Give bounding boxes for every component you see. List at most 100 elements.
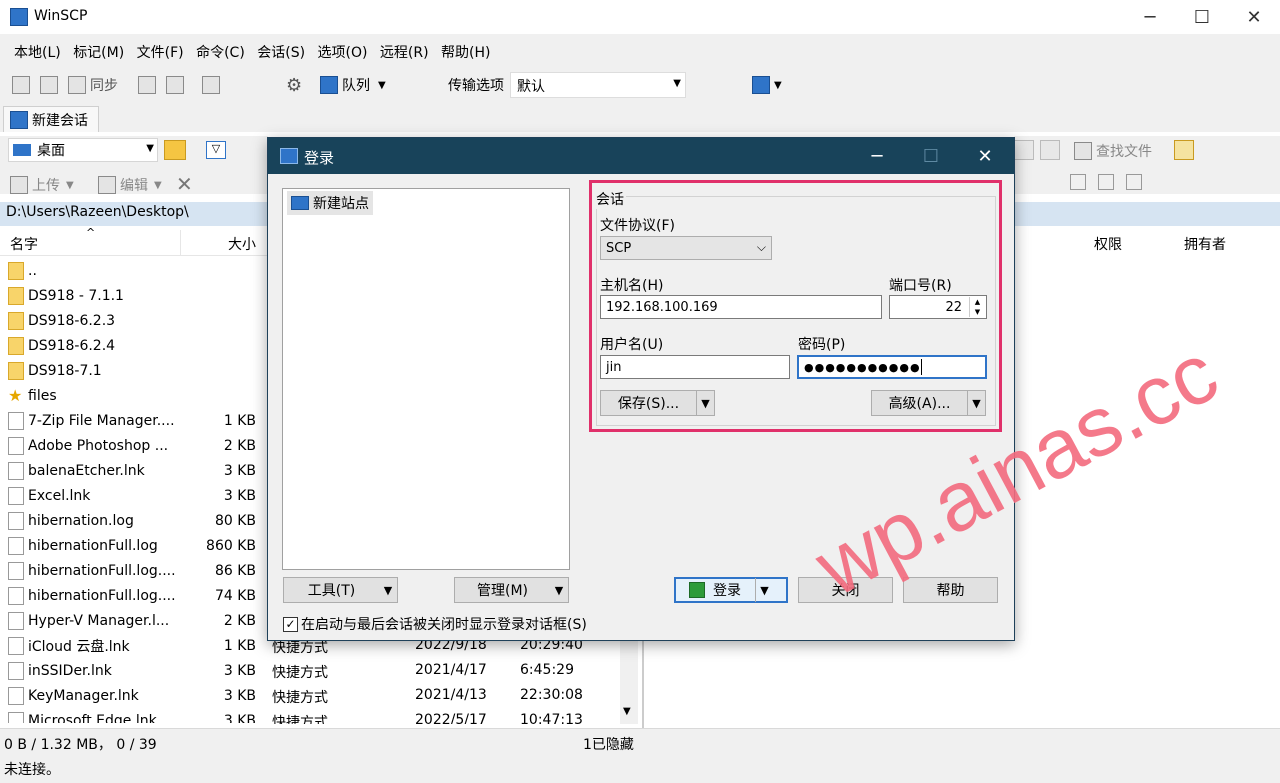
save-button[interactable]: 保存(S)... ▼	[600, 390, 715, 416]
help-button[interactable]: 帮助	[903, 577, 998, 603]
filter-icon[interactable]	[1126, 174, 1142, 190]
file-row[interactable]: KeyManager.lnk 3 KB	[0, 683, 268, 708]
file-row[interactable]: Adobe Photoshop ... 2 KB	[0, 433, 268, 458]
open-folder-icon[interactable]	[164, 140, 186, 160]
file-row[interactable]: 7-Zip File Manager.... 1 KB	[0, 408, 268, 433]
site-tree[interactable]: 新建站点	[282, 188, 570, 570]
file-row[interactable]: hibernationFull.log.... 86 KB	[0, 558, 268, 583]
transfer-options-select[interactable]: 默认 ▼	[510, 72, 686, 98]
file-row[interactable]: ★ files	[0, 383, 268, 408]
file-row[interactable]: DS918-6.2.3	[0, 308, 268, 333]
putty-icon[interactable]	[166, 72, 188, 98]
transfer-settings-icon[interactable]: ▼	[752, 72, 782, 98]
tab-new-session[interactable]: 新建会话	[3, 106, 99, 132]
file-type: 快捷方式	[272, 665, 328, 681]
password-input[interactable]: ●●●●●●●●●●●	[797, 355, 987, 379]
menu-local[interactable]: 本地(L)	[10, 40, 65, 64]
protocol-select[interactable]: SCP ⌵	[600, 236, 772, 260]
menu-session[interactable]: 会话(S)	[253, 40, 309, 64]
drive-select[interactable]: 桌面 ▼	[8, 138, 158, 162]
close-icon[interactable]: ✕	[958, 138, 1012, 174]
advanced-label: 高级(A)...	[888, 396, 951, 412]
maximize-icon[interactable]: ☐	[1176, 0, 1228, 34]
delete-icon[interactable]: ✕	[176, 172, 193, 196]
file-detail-row[interactable]: 快捷方式 2021/4/17 6:45:29	[268, 659, 638, 684]
file-row[interactable]: hibernationFull.log 860 KB	[0, 533, 268, 558]
file-detail-row[interactable]: 快捷方式 2022/5/17 10:47:13	[268, 709, 638, 724]
login-button[interactable]: 登录 ▼	[674, 577, 788, 603]
new-window-icon[interactable]	[202, 72, 224, 98]
menu-help[interactable]: 帮助(H)	[437, 40, 494, 64]
username-input[interactable]: jin	[600, 355, 790, 379]
col-size[interactable]: 大小	[228, 234, 256, 254]
panel-divider[interactable]	[642, 634, 644, 728]
file-row[interactable]: Excel.lnk 3 KB	[0, 483, 268, 508]
save-dropdown-icon[interactable]: ▼	[696, 391, 714, 415]
preferences-gear-icon[interactable]: ⚙	[286, 72, 302, 98]
collapse-icon[interactable]	[1098, 174, 1114, 190]
file-row[interactable]: iCloud 云盘.lnk 1 KB	[0, 633, 268, 658]
tree-icon[interactable]	[40, 72, 62, 98]
tools-button[interactable]: 工具(T) ▼	[283, 577, 398, 603]
col-owner[interactable]: 拥有者	[1184, 234, 1226, 254]
menu-remote[interactable]: 远程(R)	[376, 40, 433, 64]
queue-button[interactable]: 队列 ▼	[320, 72, 386, 98]
menu-file[interactable]: 文件(F)	[133, 40, 188, 64]
vertical-scrollbar[interactable]: ▼	[620, 634, 638, 724]
host-value: 192.168.100.169	[606, 299, 718, 315]
file-icon	[8, 586, 24, 605]
advanced-dropdown-icon[interactable]: ▼	[967, 391, 985, 415]
port-spinner[interactable]: ▲ ▼	[969, 297, 985, 317]
advanced-button[interactable]: 高级(A)... ▼	[871, 390, 986, 416]
file-row[interactable]: inSSIDer.lnk 3 KB	[0, 658, 268, 683]
compare-icon[interactable]	[12, 72, 34, 98]
file-name: DS918-6.2.4	[28, 337, 116, 354]
site-item-new[interactable]: 新建站点	[287, 191, 373, 215]
menu-mark[interactable]: 标记(M)	[69, 40, 128, 64]
file-row[interactable]: Microsoft Edge.lnk 3 KB	[0, 708, 268, 723]
file-row[interactable]: DS918 - 7.1.1	[0, 283, 268, 308]
show-login-checkbox[interactable]: ✓	[283, 616, 298, 632]
manage-button[interactable]: 管理(M) ▼	[454, 577, 569, 603]
file-size: 1 KB	[223, 412, 256, 429]
file-row[interactable]: DS918-7.1	[0, 358, 268, 383]
port-input[interactable]: 22 ▲ ▼	[889, 295, 987, 319]
close-icon[interactable]: ✕	[1228, 0, 1280, 34]
show-login-checkbox-row[interactable]: ✓ 在启动与最后会话被关闭时显示登录对话框(S)	[283, 614, 587, 634]
password-label: 密码(P)	[798, 337, 846, 353]
file-row[interactable]: DS918-6.2.4	[0, 333, 268, 358]
folder-icon	[8, 286, 24, 305]
file-detail-row[interactable]: 快捷方式 2021/4/13 22:30:08	[268, 684, 638, 709]
tree-view-icon[interactable]	[1174, 140, 1194, 160]
col-permissions[interactable]: 权限	[1094, 234, 1122, 254]
col-name[interactable]: 名字	[10, 234, 38, 254]
minimize-icon[interactable]: ─	[1124, 0, 1176, 34]
find-files-button[interactable]: 查找文件	[1074, 138, 1152, 164]
upload-button[interactable]: 上传 ▼	[10, 172, 74, 198]
expand-icon[interactable]	[1070, 174, 1086, 190]
save-label: 保存(S)...	[617, 396, 680, 412]
file-row[interactable]: hibernation.log 80 KB	[0, 508, 268, 533]
menu-options[interactable]: 选项(O)	[314, 40, 372, 64]
refresh-icon[interactable]	[1040, 140, 1060, 160]
protocol-label: 文件协议(F)	[600, 218, 675, 234]
file-row[interactable]: balenaEtcher.lnk 3 KB	[0, 458, 268, 483]
chevron-down-icon: ▼	[623, 706, 631, 717]
host-input[interactable]: 192.168.100.169	[600, 295, 882, 319]
login-dropdown-icon[interactable]: ▼	[755, 578, 773, 602]
edit-button[interactable]: 编辑 ▼	[98, 172, 162, 198]
menu-command[interactable]: 命令(C)	[192, 40, 249, 64]
file-row[interactable]: hibernationFull.log.... 74 KB	[0, 583, 268, 608]
console-icon[interactable]	[138, 72, 160, 98]
sync-button[interactable]: 同步	[68, 72, 118, 98]
file-type: 快捷方式	[272, 690, 328, 706]
minimize-icon[interactable]: ─	[850, 138, 904, 174]
file-row[interactable]: ..	[0, 258, 268, 283]
file-size: 1 KB	[223, 637, 256, 654]
home-icon[interactable]	[1014, 140, 1034, 160]
local-column-header: 名字 ^ 大小	[0, 226, 268, 256]
filter-icon[interactable]: ▽	[206, 141, 226, 159]
chevron-down-icon: ⌵	[756, 240, 766, 254]
drive-value: 桌面	[37, 143, 65, 159]
file-row[interactable]: Hyper-V Manager.l... 2 KB	[0, 608, 268, 633]
